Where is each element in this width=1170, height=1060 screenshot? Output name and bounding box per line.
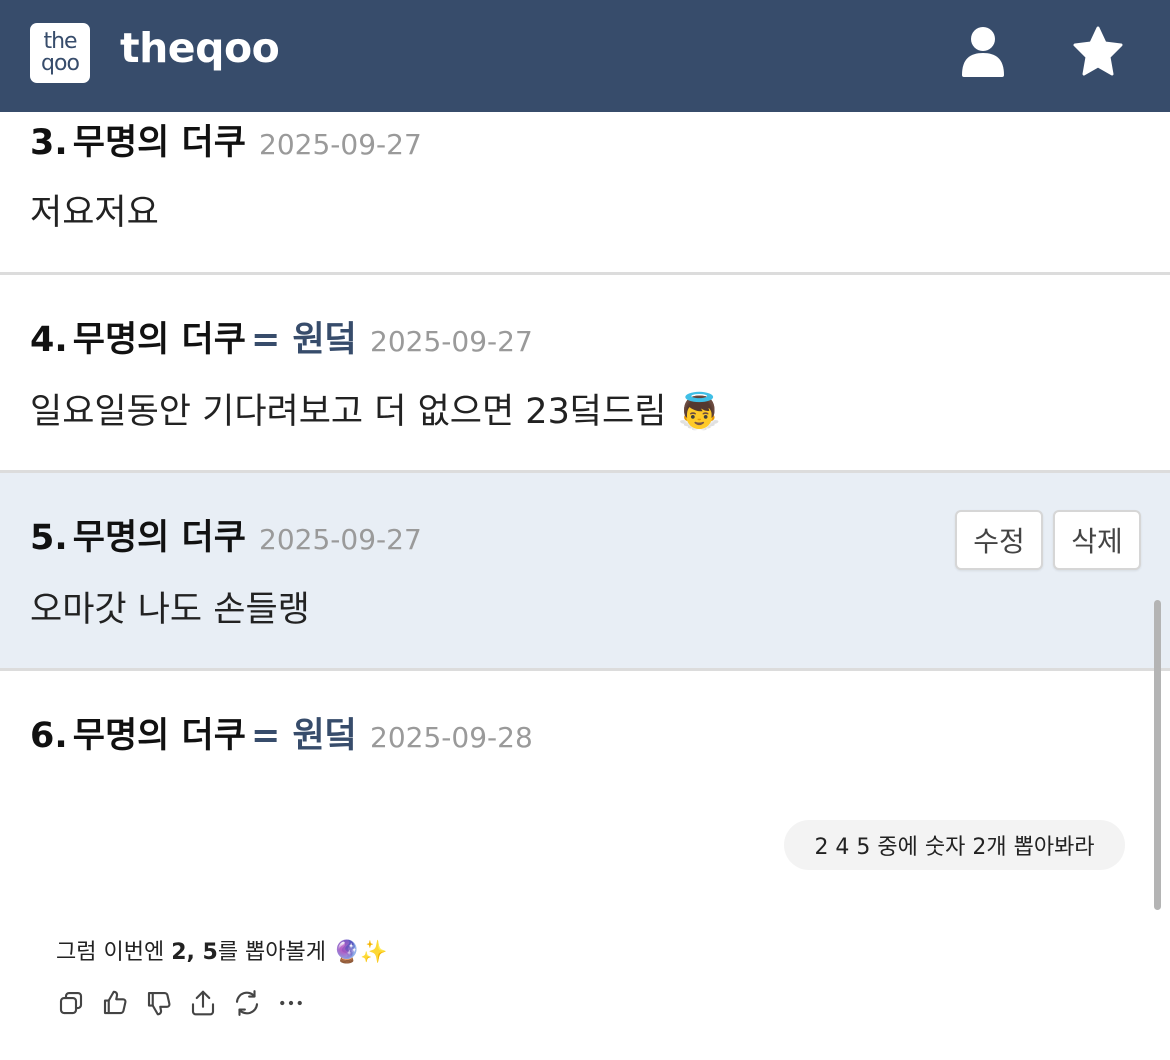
assistant-reply: 그럼 이번엔 2, 5를 뽑아볼게 🔮✨: [56, 934, 388, 966]
top-navigation-bar: the qoo theqoo: [0, 0, 1170, 112]
delete-button[interactable]: 삭제: [1053, 510, 1141, 570]
regenerate-icon[interactable]: [232, 988, 262, 1018]
reply-text-bold: 2, 5: [171, 940, 218, 965]
site-logo[interactable]: the qoo: [30, 23, 90, 83]
comment-header: 3. 무명의 더쿠 2025-09-27: [30, 114, 422, 165]
comment-number: 6.: [30, 716, 68, 756]
comment-header: 6. 무명의 더쿠 = 원덬 2025-09-28: [30, 707, 533, 758]
comment-number: 4.: [30, 320, 68, 360]
comment-text: 오마갓 나도 손들랭: [30, 590, 310, 630]
more-icon[interactable]: [276, 988, 306, 1018]
author-badge: = 원덬: [251, 320, 357, 360]
thumbs-up-icon[interactable]: [100, 988, 130, 1018]
angel-emoji: 👼: [677, 392, 722, 432]
comment-date: 2025-09-27: [259, 523, 422, 556]
comment-text-content: 일요일동안 기다려보고 더 없으면 23덬드림: [30, 392, 667, 432]
comment-date: 2025-09-27: [259, 128, 422, 161]
comment-text: 일요일동안 기다려보고 더 없으면 23덬드림 👼: [30, 383, 721, 434]
logo-text-bottom: qoo: [41, 51, 80, 76]
edit-button[interactable]: 수정: [955, 510, 1043, 570]
star-icon[interactable]: [1070, 25, 1123, 79]
user-icon[interactable]: [958, 25, 1008, 79]
reply-text-prefix: 그럼 이번엔: [56, 940, 172, 965]
share-icon[interactable]: [188, 988, 218, 1018]
comment-number: 5.: [30, 518, 68, 558]
comment-author: 무명의 더쿠: [72, 123, 246, 163]
scrollbar[interactable]: [1154, 600, 1161, 910]
copy-icon[interactable]: [56, 988, 86, 1018]
user-message-bubble: 2 4 5 중에 숫자 2개 뽑아봐라: [784, 820, 1125, 870]
reply-text-suffix: 를 뽑아볼게: [217, 940, 334, 965]
author-badge: = 원덬: [251, 716, 357, 756]
comment-author: 무명의 더쿠: [72, 518, 246, 558]
thumbs-down-icon[interactable]: [144, 988, 174, 1018]
comment-date: 2025-09-27: [370, 325, 533, 358]
comment-number: 3.: [30, 123, 68, 163]
comment-author: 무명의 더쿠: [72, 716, 246, 756]
comment-header: 5. 무명의 더쿠 2025-09-27: [30, 509, 422, 560]
comment-item: 4. 무명의 더쿠 = 원덬 2025-09-27 일요일동안 기다려보고 더 …: [0, 275, 1170, 470]
comment-item-highlighted: 5. 무명의 더쿠 2025-09-27 수정 삭제 오마갓 나도 손들랭: [0, 473, 1170, 668]
comment-text: 저요저요: [30, 193, 159, 233]
comment-author: 무명의 더쿠: [72, 320, 246, 360]
logo-text-top: the: [43, 29, 77, 54]
crystal-ball-sparkle-emoji: 🔮✨: [333, 940, 388, 965]
comment-item: 6. 무명의 더쿠 = 원덬 2025-09-28: [0, 671, 1170, 821]
site-title[interactable]: theqoo: [120, 24, 280, 72]
comment-item: 3. 무명의 더쿠 2025-09-27 저요저요: [0, 112, 1170, 272]
comment-date: 2025-09-28: [370, 721, 533, 754]
comment-header: 4. 무명의 더쿠 = 원덬 2025-09-27: [30, 311, 533, 362]
